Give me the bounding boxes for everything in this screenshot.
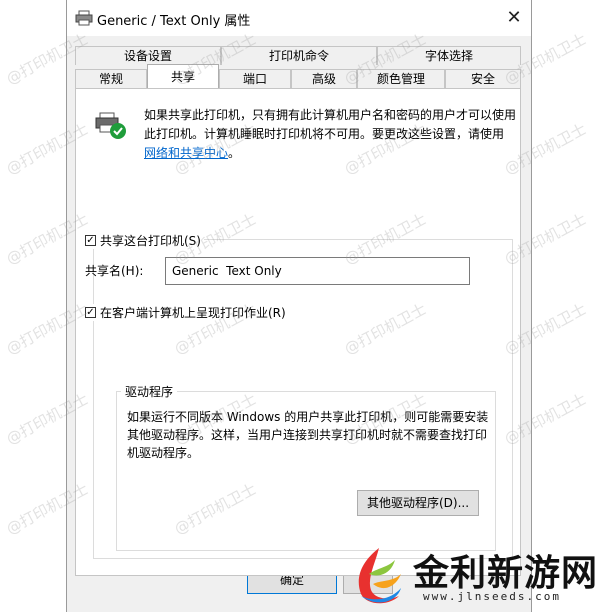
title-bar: Generic / Text Only 属性 ✕ bbox=[67, 0, 531, 36]
shared-printer-icon bbox=[95, 112, 126, 139]
printer-icon bbox=[75, 10, 93, 26]
tab-ports[interactable]: 端口 bbox=[219, 69, 291, 88]
share-name-input[interactable] bbox=[165, 257, 470, 285]
tab-general[interactable]: 常规 bbox=[75, 69, 147, 88]
site-logo: 金利新游网 www.jlnseeds.com bbox=[347, 538, 600, 612]
share-printer-checkbox[interactable]: ✓ bbox=[85, 235, 96, 246]
tab-advanced[interactable]: 高级 bbox=[291, 69, 357, 88]
sharing-description-text: 如果共享此打印机，只有拥有此计算机用户名和密码的用户才可以使用此打印机。计算机睡… bbox=[144, 108, 517, 141]
tab-printer-commands[interactable]: 打印机命令 bbox=[221, 46, 377, 65]
render-jobs-label[interactable]: 在客户端计算机上呈现打印作业(R) bbox=[100, 304, 286, 321]
site-logo-text: 金利新游网 bbox=[413, 552, 599, 594]
additional-drivers-button[interactable]: 其他驱动程序(D)... bbox=[357, 490, 479, 516]
sharing-description-suffix: 。 bbox=[228, 146, 241, 160]
tab-sharing[interactable]: 共享 bbox=[147, 64, 219, 88]
sharing-panel: 如果共享此打印机，只有拥有此计算机用户名和密码的用户才可以使用此打印机。计算机睡… bbox=[75, 88, 521, 576]
tab-security[interactable]: 安全 bbox=[445, 69, 521, 88]
tab-color-management[interactable]: 颜色管理 bbox=[357, 69, 445, 88]
render-jobs-row[interactable]: ✓ 在客户端计算机上呈现打印作业(R) bbox=[85, 304, 289, 321]
render-jobs-checkbox[interactable]: ✓ bbox=[85, 307, 96, 318]
window-title: Generic / Text Only 属性 bbox=[97, 14, 251, 29]
share-printer-label[interactable]: 共享这台打印机(S) bbox=[100, 232, 201, 249]
drivers-title: 驱动程序 bbox=[121, 383, 178, 400]
sharing-description: 如果共享此打印机，只有拥有此计算机用户名和密码的用户才可以使用此打印机。计算机睡… bbox=[144, 106, 516, 163]
network-sharing-center-link[interactable]: 网络和共享中心 bbox=[144, 146, 228, 160]
share-printer-row[interactable]: ✓ 共享这台打印机(S) bbox=[85, 232, 204, 249]
close-button[interactable]: ✕ bbox=[497, 4, 531, 32]
share-name-label: 共享名(H): bbox=[85, 264, 144, 278]
site-logo-icon bbox=[358, 548, 401, 604]
printer-properties-dialog: Generic / Text Only 属性 ✕ 设备设置 打印机命令 字体选择… bbox=[66, 0, 532, 612]
drivers-groupbox: 驱动程序 如果运行不同版本 Windows 的用户共享此打印机，则可能需要安装其… bbox=[116, 383, 496, 551]
tab-font-selection[interactable]: 字体选择 bbox=[377, 46, 521, 65]
tab-device-settings[interactable]: 设备设置 bbox=[75, 46, 221, 65]
drivers-description: 如果运行不同版本 Windows 的用户共享此打印机，则可能需要安装其他驱动程序… bbox=[127, 410, 489, 460]
site-logo-url: www.jlnseeds.com bbox=[423, 590, 561, 603]
